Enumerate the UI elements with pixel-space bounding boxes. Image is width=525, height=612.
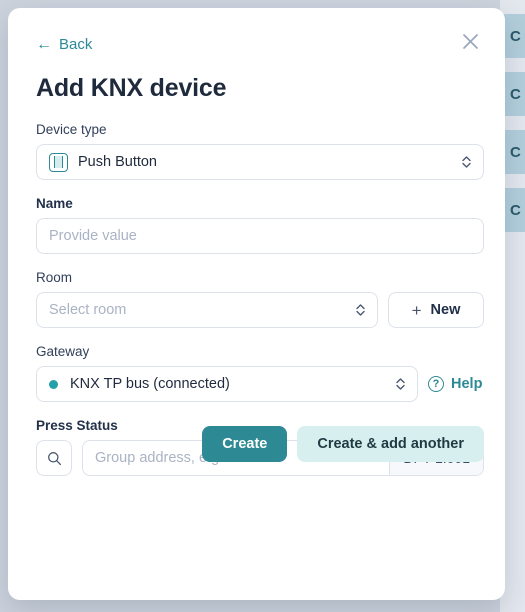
gateway-field: Gateway KNX TP bus (connected) ? Help xyxy=(36,344,484,402)
room-select-placeholder: Select room xyxy=(49,302,127,318)
background-list-item-label: C xyxy=(510,201,521,219)
device-type-label: Device type xyxy=(36,122,107,137)
page-title: Add KNX device xyxy=(36,74,227,102)
help-link[interactable]: ? Help xyxy=(428,376,482,392)
device-type-value: Push Button xyxy=(78,154,157,170)
background-list-item-label: C xyxy=(510,85,521,103)
chevron-updown-icon xyxy=(461,154,472,170)
create-and-add-another-button[interactable]: Create & add another xyxy=(297,426,484,462)
name-input[interactable]: Provide value xyxy=(36,218,484,254)
room-field: Room Select room + New xyxy=(36,270,484,328)
dialog-actions: Create Create & add another xyxy=(36,426,484,462)
background-list-item-label: C xyxy=(510,143,521,161)
room-select[interactable]: Select room xyxy=(36,292,378,328)
name-label: Name xyxy=(36,196,73,211)
close-button[interactable] xyxy=(453,24,487,58)
gateway-label: Gateway xyxy=(36,344,90,359)
name-input-placeholder: Provide value xyxy=(49,228,137,244)
background-list-item-label: C xyxy=(510,27,521,45)
gateway-value: KNX TP bus (connected) xyxy=(70,376,230,392)
room-control-row: Select room + New xyxy=(36,292,484,328)
gateway-select[interactable]: KNX TP bus (connected) xyxy=(36,366,418,402)
add-new-room-label: New xyxy=(430,302,461,318)
background-separator xyxy=(500,0,525,14)
add-knx-device-dialog: ← Back Add KNX device Device type Push B… xyxy=(8,8,505,600)
chevron-updown-icon xyxy=(355,302,366,318)
push-button-icon xyxy=(49,152,68,172)
device-type-select[interactable]: Push Button xyxy=(36,144,484,180)
room-label: Room xyxy=(36,270,73,285)
plus-icon: + xyxy=(411,300,422,320)
create-button[interactable]: Create xyxy=(202,426,288,462)
back-button[interactable]: ← Back xyxy=(36,36,92,53)
back-arrow-icon: ← xyxy=(36,35,52,53)
close-icon xyxy=(462,33,478,49)
gateway-control-row: KNX TP bus (connected) ? Help xyxy=(36,366,484,402)
back-button-label: Back xyxy=(59,36,93,53)
device-type-field: Device type Push Button xyxy=(36,122,484,180)
help-link-label: Help xyxy=(451,376,483,392)
chevron-updown-icon xyxy=(395,376,406,392)
connection-status-dot-icon xyxy=(49,379,58,389)
add-new-room-button[interactable]: + New xyxy=(388,292,484,328)
name-field: Name Provide value xyxy=(36,196,484,254)
question-circle-icon: ? xyxy=(428,376,444,392)
